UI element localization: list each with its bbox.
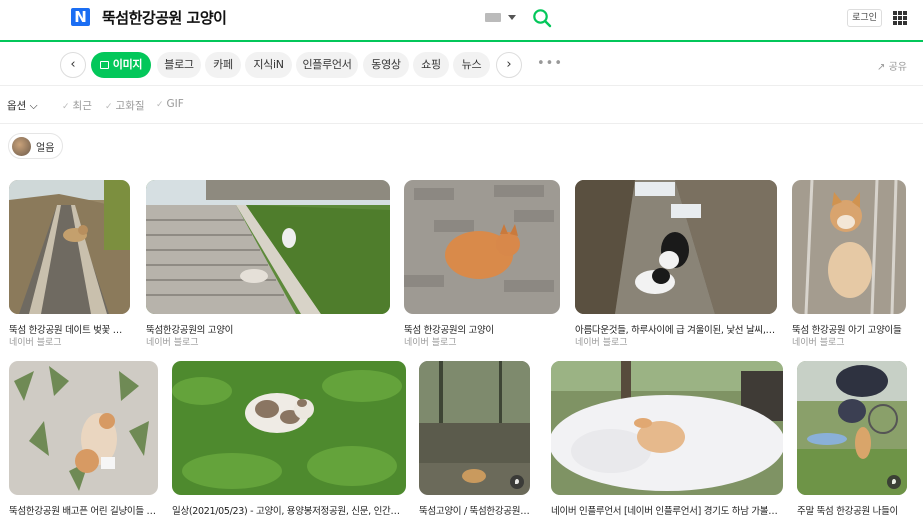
tab-shopping[interactable]: 쇼핑 <box>413 52 449 78</box>
chevron-down-icon: ⌵ <box>29 100 38 112</box>
share-icon: ↗ <box>877 62 889 73</box>
result-source: 네이버 블로그 <box>146 338 199 348</box>
check-icon: ✓ <box>62 102 70 112</box>
result-thumbnail[interactable] <box>9 180 130 314</box>
check-icon: ✓ <box>105 102 113 112</box>
tab-cafe[interactable]: 카페 <box>205 52 241 78</box>
image-icon <box>99 61 109 69</box>
tab-kin[interactable]: 지식iN <box>245 52 292 78</box>
options-bar: 옵션 ⌵ ✓ 최근 ✓ 고화질 ✓ GIF <box>0 87 923 124</box>
search-tabs: ‹ 이미지 블로그 카페 지식iN 인플루언서 동영상 쇼핑 뉴스 › ••• … <box>0 44 923 86</box>
result-caption[interactable]: 네이버 인플루언서 [네이버 인플루언서] 경기도 하남 가볼만한... <box>551 503 783 517</box>
naver-logo[interactable]: N <box>71 8 90 26</box>
result-caption[interactable]: 뚝섬고양이 / 뚝섬한강공원 / ... <box>419 503 530 517</box>
result-source: 네이버 블로그 <box>575 338 628 348</box>
apps-grid-icon[interactable] <box>893 11 907 25</box>
filter-recent[interactable]: ✓ 최근 <box>62 98 92 113</box>
search-query-input[interactable]: 뚝섬한강공원 고양이 <box>102 7 227 28</box>
check-icon: ✓ <box>156 100 164 110</box>
result-caption[interactable]: 아름다운것들, 하루사이에 급 겨울이된, 낯선 날씨, 어... <box>575 322 777 336</box>
result-caption[interactable]: 뚝섬한강공원 배고픈 어린 길냥이들 ㅠ ... <box>9 503 158 517</box>
chip-thumbnail <box>12 136 31 156</box>
result-source: 네이버 블로그 <box>9 338 62 348</box>
result-caption[interactable]: 뚝섬한강공원의 고양이 <box>146 322 390 336</box>
result-caption[interactable]: 일상(2021/05/23) - 고양이, 용양봉저정공원, 신문, 인간의지.… <box>172 503 406 517</box>
result-thumbnail[interactable] <box>575 180 777 314</box>
result-caption[interactable]: 뚝섬 한강공원 아기 고양이들 <box>792 322 906 336</box>
location-pin-icon <box>887 475 901 489</box>
result-thumbnail[interactable] <box>419 361 530 495</box>
search-header: N 뚝섬한강공원 고양이 로그인 <box>0 0 923 42</box>
tab-news[interactable]: 뉴스 <box>453 52 490 78</box>
tabs-next-button[interactable]: › <box>496 52 522 78</box>
tab-influencer[interactable]: 인플루언서 <box>296 52 358 78</box>
tab-blog[interactable]: 블로그 <box>157 52 201 78</box>
related-chip[interactable]: 얼음 <box>8 133 64 159</box>
chevron-down-icon[interactable] <box>508 15 516 20</box>
location-pin-icon <box>510 475 524 489</box>
result-caption[interactable]: 뚝섬 한강공원 데이트 벚꽃 구경... <box>9 322 130 336</box>
filter-gif[interactable]: ✓ GIF <box>156 98 184 110</box>
share-button[interactable]: ↗ 공유 <box>877 58 907 73</box>
tab-image[interactable]: 이미지 <box>91 52 151 78</box>
tabs-prev-button[interactable]: ‹ <box>60 52 86 78</box>
result-thumbnail[interactable] <box>404 180 560 314</box>
result-thumbnail[interactable] <box>172 361 406 495</box>
tab-video[interactable]: 동영상 <box>363 52 409 78</box>
search-icon[interactable] <box>532 8 552 28</box>
result-thumbnail[interactable] <box>551 361 783 495</box>
filter-hd[interactable]: ✓ 고화질 <box>105 98 145 113</box>
options-dropdown[interactable]: 옵션 ⌵ <box>7 98 38 113</box>
login-button[interactable]: 로그인 <box>847 9 882 27</box>
keyboard-icon[interactable] <box>485 13 501 22</box>
more-tabs-icon[interactable]: ••• <box>537 56 563 71</box>
result-thumbnail[interactable] <box>797 361 907 495</box>
result-caption[interactable]: 뚝섬 한강공원의 고양이 <box>404 322 560 336</box>
chip-label: 얼음 <box>36 142 55 154</box>
result-thumbnail[interactable] <box>9 361 158 495</box>
result-caption[interactable]: 주말 뚝섬 한강공원 나들이 <box>797 503 907 517</box>
result-source: 네이버 블로그 <box>404 338 457 348</box>
result-source: 네이버 블로그 <box>792 338 845 348</box>
result-thumbnail[interactable] <box>792 180 906 314</box>
result-thumbnail[interactable] <box>146 180 390 314</box>
